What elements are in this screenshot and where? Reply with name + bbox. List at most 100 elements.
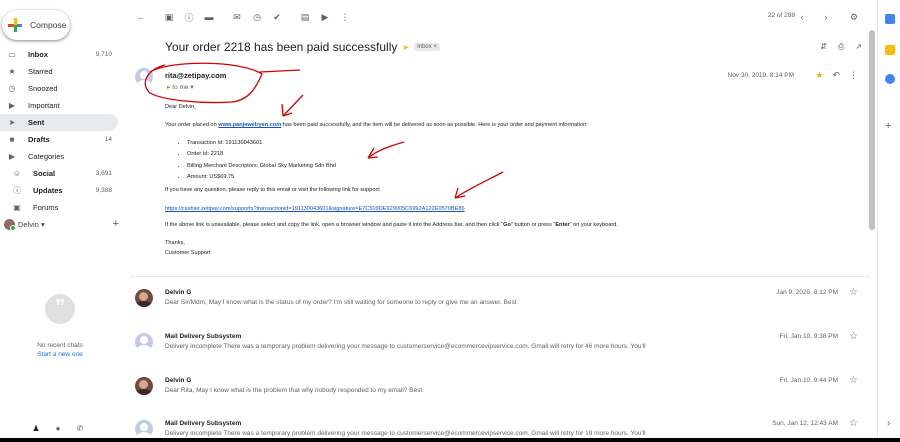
thread-divider <box>130 276 870 277</box>
more-vert-icon[interactable]: ⋮ <box>337 9 353 25</box>
thread-sender: Delvin G <box>165 289 192 296</box>
start-chat-link[interactable]: Start a new one <box>30 351 90 358</box>
sidebar-item-starred[interactable]: ★ Starred <box>0 63 118 80</box>
star-outline-icon[interactable]: ☆ <box>849 331 858 342</box>
thread-message[interactable]: Delvin G Dear Sir/Mdm, May I know what i… <box>130 287 870 327</box>
add-addon-icon[interactable]: + <box>885 120 891 132</box>
star-outline-icon[interactable]: ☆ <box>849 287 858 298</box>
avatar <box>135 377 153 395</box>
side-panel: + › <box>877 0 900 442</box>
avatar <box>135 420 153 438</box>
delete-icon[interactable]: ▬ <box>201 9 217 25</box>
greeting: Dear Delvin, <box>165 104 196 110</box>
signoff-line: Customer Support <box>165 250 211 256</box>
list-item: Order Id: 2218 <box>187 149 336 160</box>
phone-icon[interactable]: ✆ <box>74 424 86 433</box>
archive-icon[interactable]: ▣ <box>161 9 177 25</box>
inbox-label-badge[interactable]: Inbox × <box>414 43 440 51</box>
sidebar-item-label: Inbox <box>28 50 48 59</box>
expand-all-icon[interactable]: ⇵ <box>820 42 827 52</box>
bottom-edge <box>0 438 900 442</box>
message-actions: ★ ↶ ⋮ <box>815 70 858 81</box>
thanks-line: Thanks, <box>165 240 185 246</box>
sender-avatar <box>135 68 153 86</box>
add-task-icon[interactable]: ✔ <box>269 9 285 25</box>
scrollbar[interactable] <box>869 30 875 230</box>
compose-button[interactable]: Compose <box>2 10 70 40</box>
sidebar-item-snoozed[interactable]: ◷ Snoozed <box>0 80 118 97</box>
chevron-right-icon[interactable]: › <box>887 418 890 429</box>
chevron-left-icon[interactable]: ‹ <box>794 9 810 25</box>
sidebar-item-label: Starred <box>28 67 53 76</box>
report-spam-icon[interactable]: ⓘ <box>181 9 197 25</box>
thread-sender: Delvin G <box>165 377 192 384</box>
more-vert-icon[interactable]: ⋮ <box>849 70 858 81</box>
pagination-text: 22 of 288 <box>767 12 795 19</box>
print-icon[interactable]: ⎙ <box>838 42 844 52</box>
reply-icon[interactable]: ↶ <box>832 70 840 81</box>
merchant-link[interactable]: www.panjewelryen.com <box>218 122 281 128</box>
draft-count: 14 <box>104 136 112 143</box>
list-item: Amount: US$69.75 <box>187 172 336 183</box>
settings-gear-icon[interactable]: ⚙ <box>846 9 862 25</box>
sidebar-item-drafts[interactable]: ■ Drafts 14 <box>0 131 118 148</box>
support-link-line: https://cashier.zetipay.com/supports?tra… <box>165 206 465 212</box>
sidebar-item-label: Drafts <box>28 135 50 144</box>
add-icon[interactable]: + <box>113 218 119 230</box>
thread-date: Jan 9, 2020, 8:12 PM <box>776 289 838 296</box>
mark-unread-icon[interactable]: ✉ <box>229 9 245 25</box>
draft-icon: ■ <box>9 135 15 144</box>
move-to-icon[interactable]: ▤ <box>297 9 313 25</box>
recipient-line[interactable]: ▸ to me ▾ <box>167 83 194 91</box>
sidebar-item-inbox[interactable]: ▭ Inbox 9,710 <box>0 46 118 63</box>
social-count: 3,691 <box>95 170 112 177</box>
nav-list: ▭ Inbox 9,710 ★ Starred ◷ Snoozed ▶ Impo… <box>0 46 118 216</box>
important-marker-icon[interactable]: ➤ <box>402 43 409 52</box>
chat-empty-state: No recent chats Start a new one <box>30 294 90 358</box>
list-item: Transaction Id: 191130043601 <box>187 138 336 149</box>
back-arrow-icon[interactable]: ← <box>133 9 149 25</box>
send-icon: ➤ <box>8 118 16 127</box>
person-icon[interactable]: ♟ <box>30 424 42 433</box>
star-outline-icon[interactable]: ☆ <box>849 418 858 429</box>
label-icon: ▶ <box>8 152 16 161</box>
tasks-icon[interactable] <box>885 74 895 84</box>
label-icon[interactable]: ▶ <box>317 9 333 25</box>
sidebar-item-label: Snoozed <box>28 84 58 93</box>
sidebar-item-important[interactable]: ▶ Important <box>0 97 118 114</box>
important-icon: ▶ <box>8 101 16 110</box>
keep-icon[interactable] <box>885 45 895 55</box>
thread-date: Fri, Jan 10, 9:44 PM <box>779 377 838 384</box>
thread-snippet: Delivery incomplete There was a temporar… <box>165 343 646 350</box>
plus-icon <box>8 18 22 32</box>
snooze-icon[interactable]: ◷ <box>249 9 265 25</box>
chat-bubble-icon[interactable]: ● <box>52 424 64 433</box>
sidebar-item-label: Forums <box>33 203 59 212</box>
calendar-icon[interactable] <box>885 14 895 24</box>
thread-message[interactable]: Delvin G Dear Rita, May I know what is t… <box>130 375 870 415</box>
sidebar-item-social[interactable]: ☺ Social 3,691 <box>0 165 118 182</box>
sidebar-item-sent[interactable]: ➤ Sent <box>0 114 118 131</box>
chevron-down-icon: ▾ <box>40 219 45 229</box>
sidebar-item-updates[interactable]: ⓘ Updates 9,388 <box>0 182 118 199</box>
hangouts-user[interactable]: Delvin ▾ + <box>4 218 119 231</box>
avatar <box>135 333 153 351</box>
star-outline-icon[interactable]: ☆ <box>849 375 858 386</box>
chevron-right-icon[interactable]: › <box>818 9 834 25</box>
thread-snippet: Delivery incomplete There was a temporar… <box>165 430 646 437</box>
sidebar-item-label: Updates <box>33 186 63 195</box>
left-sidebar: Compose ▭ Inbox 9,710 ★ Starred ◷ Snooze… <box>0 0 125 442</box>
open-new-window-icon[interactable]: ↗ <box>855 42 862 52</box>
user-name: Delvin ▾ <box>18 219 45 229</box>
sidebar-item-forums[interactable]: ▣ Forums <box>0 199 118 216</box>
copy-instructions: If the above link is unavailable, please… <box>165 222 618 228</box>
order-details-list: Transaction Id: 191130043601 Order Id: 2… <box>187 138 336 183</box>
sender-email[interactable]: rita@zetipay.com <box>165 71 226 80</box>
avatar <box>135 289 153 307</box>
sidebar-item-categories[interactable]: ▶ Categories <box>0 148 118 165</box>
thread-message[interactable]: Mail Delivery Subsystem Delivery incompl… <box>130 331 870 371</box>
updates-count: 9,388 <box>95 187 112 194</box>
support-link[interactable]: https://cashier.zetipay.com/supports?tra… <box>165 206 465 212</box>
subject-actions: ⇵ ⎙ ↗ <box>820 42 862 52</box>
star-icon[interactable]: ★ <box>815 70 823 81</box>
